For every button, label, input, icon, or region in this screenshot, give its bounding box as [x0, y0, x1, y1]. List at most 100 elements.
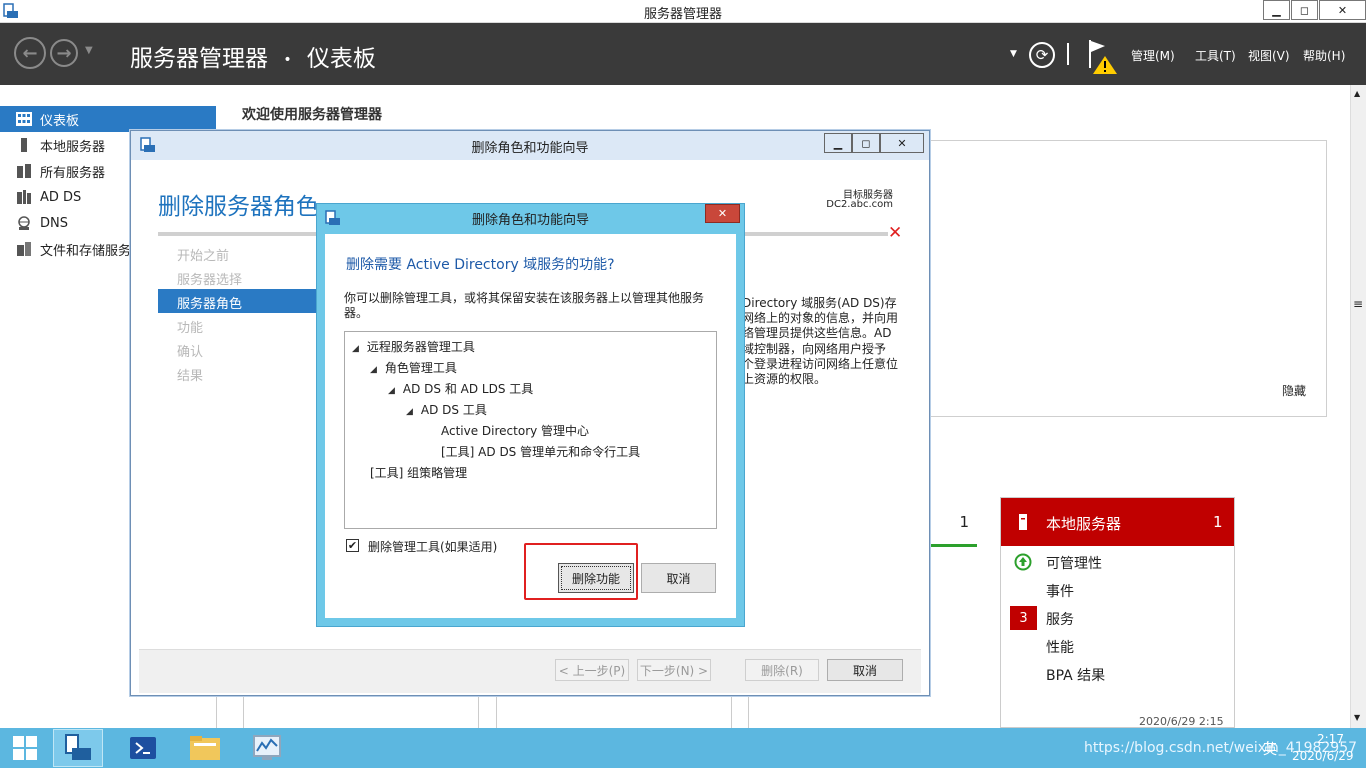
highlight-annotation-box — [524, 543, 638, 600]
minimize-button[interactable]: ▁ — [1263, 0, 1290, 20]
tree-item[interactable]: ◢ 角色管理工具 — [370, 359, 457, 376]
powershell-icon — [130, 737, 156, 759]
step-server-selection[interactable]: 服务器选择 — [177, 269, 242, 288]
column-divider — [748, 696, 749, 728]
ime-indicator[interactable]: 英 — [1263, 739, 1277, 759]
next-button[interactable]: 下一步(N) > — [637, 659, 711, 681]
performance-monitor-icon — [253, 735, 281, 760]
cancel-button[interactable]: 取消 — [827, 659, 903, 681]
expand-triangle-icon[interactable]: ◢ — [388, 386, 395, 396]
tile-row-performance[interactable]: 性能 — [1046, 637, 1074, 657]
description-line: 网络上的对象的信息，并向用 — [742, 311, 899, 326]
refresh-icon: ⟳ — [1035, 46, 1049, 64]
menu-help[interactable]: 帮助(H) — [1303, 47, 1345, 64]
taskbar-perf-monitor[interactable] — [242, 729, 292, 767]
menu-view[interactable]: 视图(V) — [1248, 47, 1290, 64]
back-button[interactable]: ← — [14, 37, 46, 69]
tree-item[interactable]: ◢ AD DS 和 AD LDS 工具 — [388, 380, 533, 397]
taskbar-powershell[interactable] — [118, 729, 168, 767]
dialog-heading: 删除需要 Active Directory 域服务的功能? — [346, 257, 615, 273]
notifications-flag-icon[interactable] — [1086, 38, 1120, 76]
tile-header[interactable]: 本地服务器 1 — [1001, 498, 1234, 546]
services-badge: 3 — [1010, 606, 1037, 630]
tree-item[interactable]: [工具] 组策略管理 — [370, 464, 467, 481]
expand-triangle-icon[interactable]: ◢ — [352, 344, 359, 354]
restore-button[interactable]: ◻ — [1291, 0, 1318, 20]
step-features[interactable]: 功能 — [177, 317, 203, 336]
expand-triangle-icon[interactable]: ◢ — [370, 365, 377, 375]
dns-globe-icon — [18, 216, 30, 230]
tree-item[interactable]: ◢ AD DS 工具 — [406, 401, 487, 418]
sidebar-item-label: 本地服务器 — [40, 139, 106, 155]
tile-row-manageability[interactable]: 可管理性 — [1046, 553, 1102, 573]
previous-button[interactable]: < 上一步(P) — [555, 659, 629, 681]
header-divider — [1067, 43, 1069, 65]
menu-manage[interactable]: 管理(M) — [1131, 47, 1175, 64]
tree-item-label: 远程服务器管理工具 — [366, 340, 475, 354]
start-button[interactable] — [0, 729, 50, 767]
dialog-close-button[interactable]: ✕ — [705, 204, 740, 223]
wizard-titlebar[interactable]: 删除角色和功能向导 ▁ ◻ ✕ — [131, 131, 929, 160]
windows-logo-icon — [13, 736, 37, 760]
wizard-heading: 删除服务器角色 — [158, 194, 319, 220]
tile-row-bpa[interactable]: BPA 结果 — [1046, 665, 1105, 685]
tile-row-events[interactable]: 事件 — [1046, 581, 1074, 601]
scroll-thumb[interactable]: ≡ — [1353, 297, 1363, 311]
tile-count: 1 — [959, 513, 969, 531]
tree-item-label: AD DS 和 AD LDS 工具 — [402, 382, 534, 396]
hide-link[interactable]: 隐藏 — [1282, 382, 1306, 399]
column-divider — [731, 696, 732, 728]
file-storage-icon — [17, 242, 31, 256]
dropdown-icon[interactable]: ▼ — [1010, 49, 1017, 59]
local-server-tile[interactable]: 本地服务器 1 可管理性 事件 3 服务 性能 BPA 结果 2020/6/29… — [1000, 497, 1235, 728]
expand-triangle-icon[interactable]: ◢ — [406, 407, 413, 417]
menu-tools[interactable]: 工具(T) — [1195, 47, 1236, 64]
dashboard-grid-icon — [16, 112, 32, 126]
wizard-title: 删除角色和功能向导 — [471, 141, 589, 156]
scroll-up-icon[interactable]: ▲ — [1354, 89, 1360, 98]
clock-time[interactable]: 2:17 — [1317, 732, 1344, 746]
history-dropdown-icon[interactable]: ▼ — [85, 45, 93, 56]
description-line: Directory 域服务(AD DS)存 — [742, 296, 897, 310]
step-results[interactable]: 结果 — [177, 365, 203, 384]
dialog-cancel-button[interactable]: 取消 — [641, 563, 716, 593]
close-button[interactable]: ✕ — [1319, 0, 1366, 20]
tree-item[interactable]: Active Directory 管理中心 — [441, 422, 589, 439]
taskbar-server-manager[interactable] — [53, 729, 103, 767]
scroll-down-icon[interactable]: ▼ — [1354, 713, 1360, 722]
tree-item[interactable]: [工具] AD DS 管理单元和命令行工具 — [441, 443, 640, 460]
tile-row-services[interactable]: 服务 — [1046, 609, 1074, 629]
features-tree[interactable]: ◢ 远程服务器管理工具 ◢ 角色管理工具 ◢ AD DS 和 AD LDS 工具 ◢ A… — [344, 331, 717, 529]
ad-ds-tile[interactable]: 1 — [930, 497, 977, 547]
clock-date[interactable]: 2020/6/29 — [1292, 749, 1354, 763]
step-server-roles[interactable]: 服务器角色 — [158, 289, 318, 313]
tree-item-label: 角色管理工具 — [384, 361, 457, 375]
wizard-minimize-button[interactable]: ▁ — [824, 133, 852, 153]
step-label: 服务器角色 — [177, 297, 243, 312]
taskbar-file-explorer[interactable] — [180, 729, 230, 767]
app-titlebar: 服务器管理器 ▁ ◻ ✕ — [0, 0, 1366, 23]
breadcrumb-app[interactable]: 服务器管理器 — [130, 46, 268, 72]
remove-tools-checkbox-label[interactable]: 删除管理工具(如果适用) — [368, 538, 497, 555]
column-divider — [478, 696, 479, 728]
sidebar-item-label: 所有服务器 — [40, 165, 106, 181]
column-divider — [243, 696, 244, 728]
forward-arrow-icon: → — [56, 42, 72, 64]
forward-button[interactable]: → — [50, 39, 78, 67]
welcome-heading: 欢迎使用服务器管理器 — [242, 107, 382, 123]
description-line: 络管理员提供这些信息。AD — [742, 326, 892, 341]
step-confirmation[interactable]: 确认 — [177, 341, 203, 360]
main-scrollbar[interactable]: ▲ ≡ ▼ — [1350, 85, 1366, 728]
wizard-maximize-button[interactable]: ◻ — [852, 133, 880, 153]
remove-tools-checkbox[interactable]: ✔ — [346, 539, 359, 552]
taskbar: https://blog.csdn.net/weixin_41982957 英 … — [0, 728, 1366, 768]
tree-item[interactable]: ◢ 远程服务器管理工具 — [352, 338, 475, 355]
refresh-button[interactable]: ⟳ — [1029, 42, 1055, 68]
sidebar-item-dashboard[interactable]: 仪表板 — [0, 106, 216, 132]
breadcrumb-separator: • — [283, 51, 292, 68]
step-before-you-begin[interactable]: 开始之前 — [177, 245, 229, 264]
welcome-panel: 隐藏 — [930, 140, 1327, 417]
wizard-close-button[interactable]: ✕ — [880, 133, 924, 153]
description-line: 域控制器，向网络用户授予 — [742, 341, 887, 356]
remove-button[interactable]: 删除(R) — [745, 659, 819, 681]
